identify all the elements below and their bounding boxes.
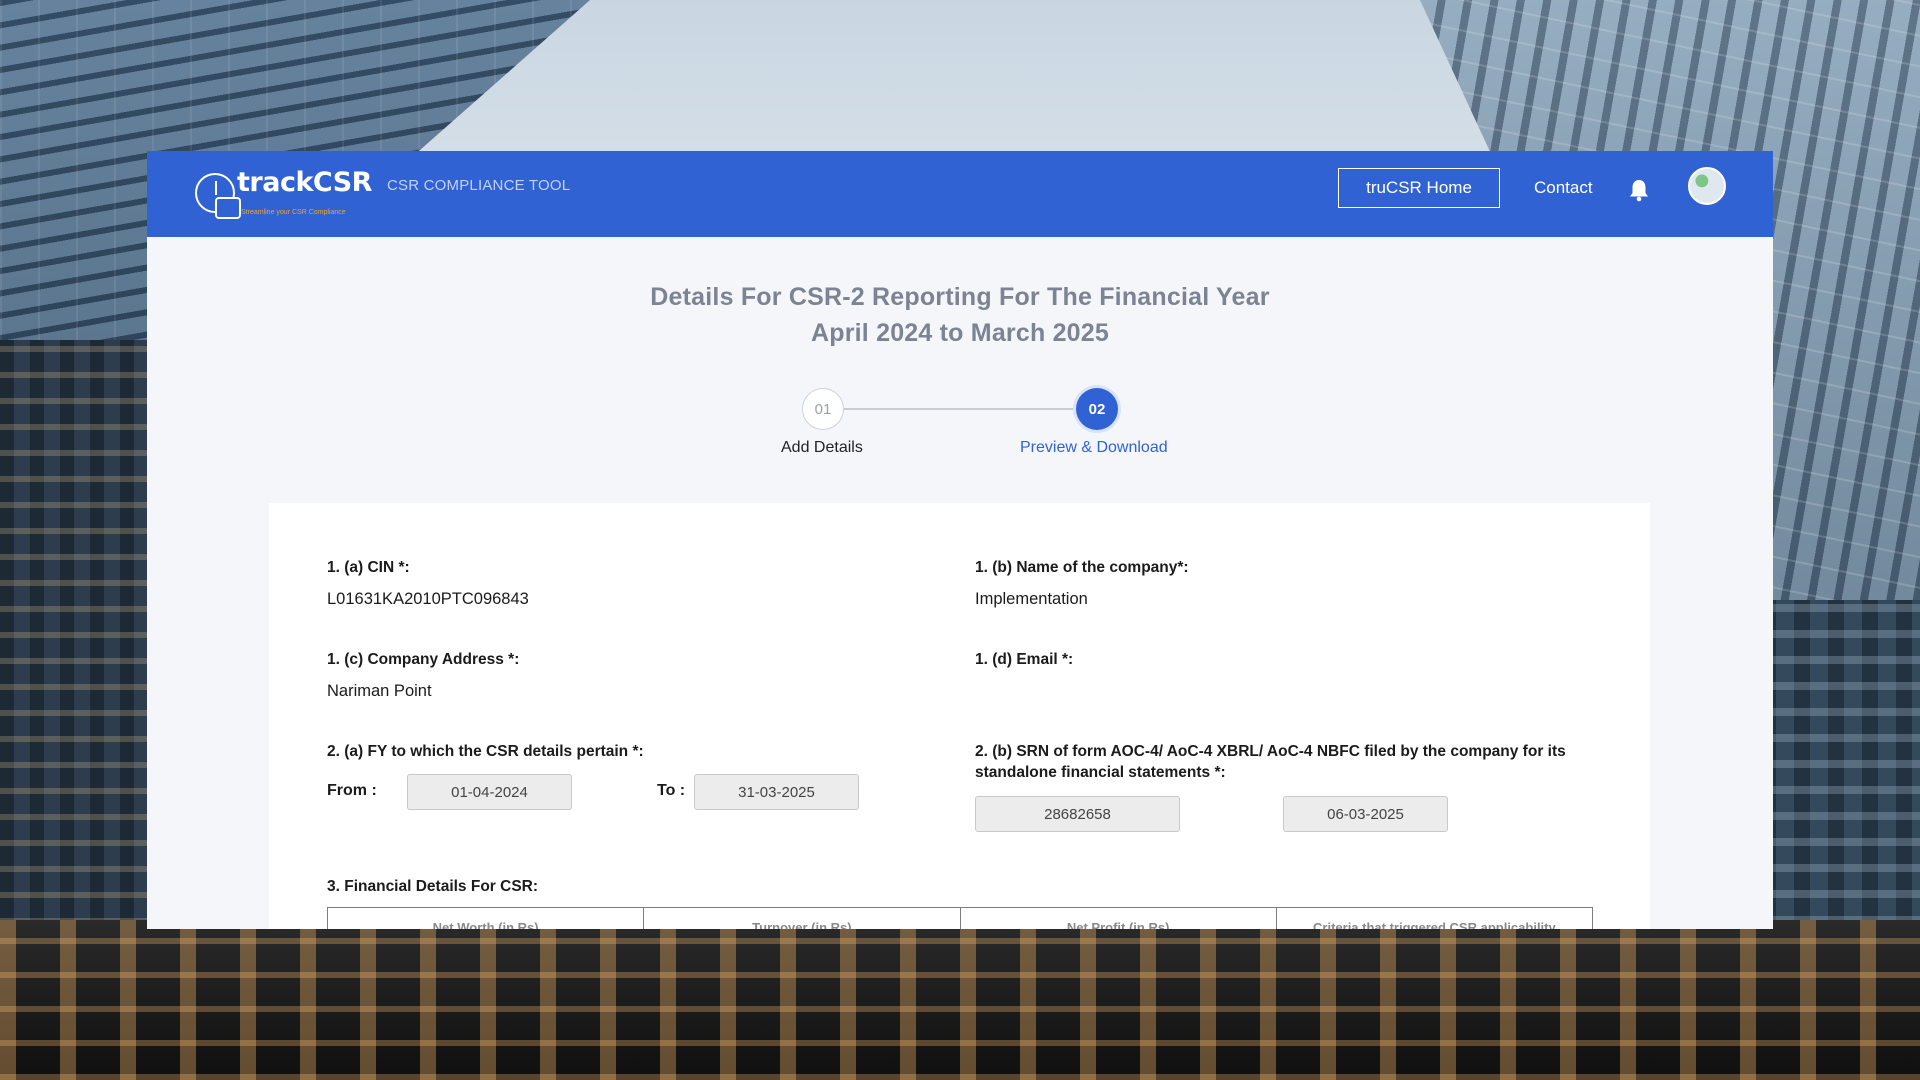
fy-to-field[interactable]: 31-03-2025	[694, 774, 859, 810]
financial-details-table: Net Worth (in Rs) Turnover (in Rs) Net P…	[327, 907, 1593, 929]
srn-label-line1: 2. (b) SRN of form AOC-4/ AoC-4 XBRL/ Ao…	[975, 743, 1566, 760]
building-base	[0, 920, 1920, 1080]
srn-field[interactable]: 28682658	[975, 796, 1180, 832]
top-nav-bar: trackCSR Streamline your CSR Compliance …	[147, 151, 1773, 237]
table-header-net-worth: Net Worth (in Rs)	[328, 908, 645, 929]
address-value: Nariman Point	[327, 682, 432, 700]
page-title-line1: Details For CSR-2 Reporting For The Fina…	[650, 283, 1270, 311]
page-title-line2: April 2024 to March 2025	[811, 319, 1109, 347]
tool-label: CSR COMPLIANCE TOOL	[387, 177, 571, 194]
step-1-label[interactable]: Add Details	[781, 439, 863, 457]
table-header-net-profit: Net Profit (in Rs)	[961, 908, 1277, 929]
srn-date-field[interactable]: 06-03-2025	[1283, 796, 1448, 832]
app-window: trackCSR Streamline your CSR Compliance …	[147, 151, 1773, 929]
company-name-value: Implementation	[975, 590, 1088, 608]
step-2-circle[interactable]: 02	[1076, 388, 1118, 430]
fy-label: 2. (a) FY to which the CSR details perta…	[327, 743, 644, 760]
trackcsr-logo[interactable]: trackCSR Streamline your CSR Compliance	[195, 167, 375, 227]
logo-text: trackCSR	[237, 167, 372, 198]
fy-to-label: To :	[657, 782, 686, 799]
cin-label: 1. (a) CIN *:	[327, 559, 410, 576]
financial-details-label: 3. Financial Details For CSR:	[327, 878, 539, 895]
step-1-circle[interactable]: 01	[802, 388, 844, 430]
cin-value: L01631KA2010PTC096843	[327, 590, 529, 608]
document-icon	[215, 197, 241, 219]
srn-label-line2: standalone financial statements *:	[975, 764, 1226, 781]
logo-tagline: Streamline your CSR Compliance	[241, 209, 346, 216]
company-name-label: 1. (b) Name of the company*:	[975, 559, 1189, 576]
trucsr-home-button[interactable]: truCSR Home	[1338, 168, 1500, 208]
details-card: 1. (a) CIN *: L01631KA2010PTC096843 1. (…	[269, 503, 1650, 929]
user-avatar[interactable]	[1688, 167, 1726, 205]
bell-icon[interactable]	[1628, 178, 1650, 202]
table-header-turnover: Turnover (in Rs)	[644, 908, 961, 929]
table-header-criteria: Criteria that triggered CSR applicabilit…	[1313, 920, 1556, 929]
email-label: 1. (d) Email *:	[975, 651, 1074, 668]
address-label: 1. (c) Company Address *:	[327, 651, 520, 668]
step-2-label[interactable]: Preview & Download	[1020, 439, 1168, 457]
fy-from-field[interactable]: 01-04-2024	[407, 774, 572, 810]
fy-from-label: From :	[327, 782, 377, 799]
contact-link[interactable]: Contact	[1534, 178, 1593, 198]
